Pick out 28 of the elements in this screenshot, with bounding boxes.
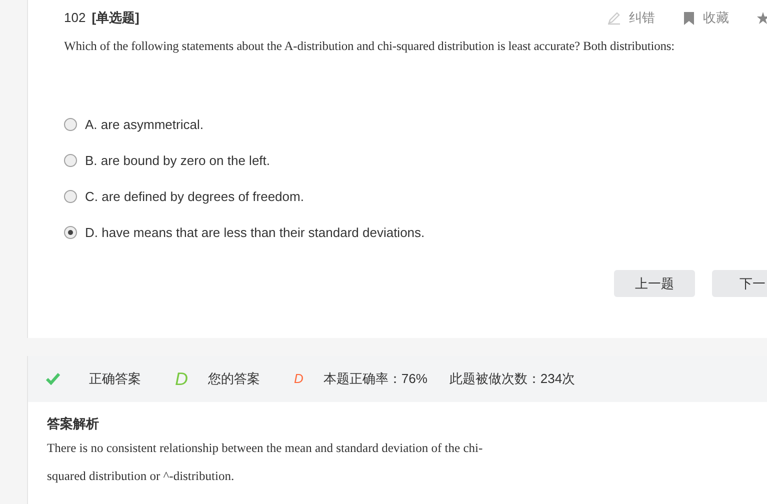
correct-answer-label: 正确答案 [89,370,141,388]
explanation-title: 答案解析 [47,415,100,433]
question-type: [单选题] [92,9,140,28]
option-label[interactable]: A. are asymmetrical. [85,115,204,134]
radio-button[interactable] [64,154,77,168]
correct-answer: D [175,368,188,390]
radio-button[interactable] [64,190,77,204]
check-icon [46,373,60,385]
nav-button[interactable]: 上一题 [614,270,695,297]
question-number: 102 [64,9,86,28]
option-label[interactable]: B. are bound by zero on the left. [85,151,270,170]
pencil-icon [607,11,621,25]
nav-button[interactable]: 下一 [712,270,767,297]
explanation-line: squared distribution or ^-distribution. [47,468,236,485]
question-text: Which of the following statements about the A-distribution and chi-squared distribution is least accurate? Both distributions: [64,38,676,55]
attempt-count: 此题被做次数：234次 [449,370,576,388]
star-icon [757,12,767,24]
your-answer-label: 您的答案 [208,370,260,388]
action-link[interactable]: 收藏 [703,8,729,28]
radio-button[interactable] [64,118,77,132]
option-label[interactable]: C. are defined by degrees of freedom. [85,187,304,206]
radio-button[interactable] [64,226,77,240]
action-link[interactable]: 纠错 [629,8,655,28]
accuracy-rate: 本题正确率：76% [323,370,428,388]
bookmark-icon [683,12,695,24]
explanation-line: There is no consistent relationship between the mean and standard deviation of the chi- [47,440,484,457]
your-answer: D [294,370,304,388]
option-label[interactable]: D. have means that are less than their standard deviations. [85,223,425,242]
